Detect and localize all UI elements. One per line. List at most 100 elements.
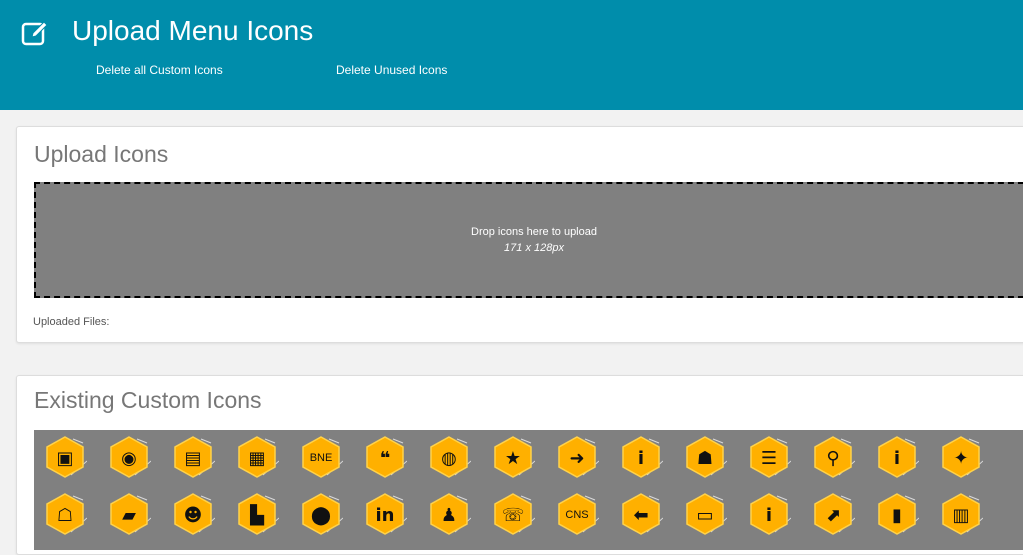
edit-icon (21, 21, 48, 46)
svg-text:⬤: ⬤ (311, 505, 331, 526)
custom-icon-tile[interactable]: ◉ (107, 435, 151, 479)
svg-text:⬈: ⬈ (825, 505, 840, 526)
upload-icons-panel: Upload Icons Drop icons here to upload 1… (16, 126, 1023, 343)
info-icon: i (878, 436, 919, 478)
twitter-icon: ✦ (942, 436, 983, 478)
cns-icon: CNS (558, 493, 599, 535)
custom-icon-tile[interactable]: ➜ (555, 435, 599, 479)
custom-icon-tile[interactable]: ☻ (171, 492, 215, 536)
archive-icon: ▥ (942, 493, 983, 535)
custom-icon-tile[interactable]: ☖ (43, 492, 87, 536)
document-icon: ▤ (174, 436, 215, 478)
svg-text:✦: ✦ (953, 448, 968, 469)
dropzone-size-hint: 171 x 128px (504, 242, 564, 254)
svg-text:☏: ☏ (502, 505, 525, 526)
svg-text:♟: ♟ (441, 505, 457, 526)
bookmark-icon: ▮ (878, 493, 919, 535)
quote-icon: ❝ (366, 436, 407, 478)
dropzone-text: Drop icons here to upload (471, 226, 597, 238)
presenter-icon: ☖ (46, 493, 87, 535)
location-icon: ⬤ (302, 493, 343, 535)
icon-dropzone[interactable]: Drop icons here to upload 171 x 128px (34, 182, 1023, 298)
custom-icon-tile[interactable]: CNS (555, 492, 599, 536)
globe-icon: ◍ (430, 436, 471, 478)
header: Upload Menu Icons Delete all Custom Icon… (0, 0, 1023, 110)
svg-text:◍: ◍ (441, 448, 457, 469)
custom-icon-tile[interactable]: ▤ (171, 435, 215, 479)
svg-text:▭: ▭ (696, 505, 713, 526)
custom-icon-tile[interactable]: i (875, 435, 919, 479)
external-link-icon: ⬈ (814, 493, 855, 535)
custom-icon-tile[interactable]: ★ (491, 435, 535, 479)
custom-icon-tile[interactable]: ☰ (747, 435, 791, 479)
bne-icon: BNE (302, 436, 343, 478)
custom-icon-tile[interactable]: ⬅ (619, 492, 663, 536)
custom-icon-tile[interactable]: ⬤ (299, 492, 343, 536)
svg-text:i: i (638, 448, 644, 469)
custom-icon-tile[interactable]: ⚲ (811, 435, 855, 479)
camera-icon: ◉ (110, 436, 151, 478)
svg-text:BNE: BNE (310, 452, 333, 464)
custom-icon-tile[interactable]: in (363, 492, 407, 536)
svg-text:i: i (894, 448, 900, 469)
svg-text:▮: ▮ (892, 505, 902, 526)
upload-icons-title: Upload Icons (34, 141, 169, 167)
custom-icon-tile[interactable]: ▦ (235, 435, 279, 479)
custom-icon-tile[interactable]: ▭ (683, 492, 727, 536)
svg-text:▤: ▤ (184, 448, 201, 469)
page-title: Upload Menu Icons (72, 15, 314, 46)
monitor-icon: ▭ (686, 493, 727, 535)
svg-text:▰: ▰ (122, 505, 136, 526)
custom-icon-tile[interactable]: ✦ (939, 435, 983, 479)
id-card-icon: ▦ (238, 436, 279, 478)
map-pin-icon: ⚲ (814, 436, 855, 478)
custom-icon-tile[interactable]: ☗ (683, 435, 727, 479)
info-icon: i (622, 436, 663, 478)
svg-text:➜: ➜ (569, 448, 584, 469)
speaker-icon: ☏ (494, 493, 535, 535)
custom-icon-tile[interactable]: ◍ (427, 435, 471, 479)
users-icon: ☗ (686, 436, 727, 478)
custom-icon-tile[interactable]: i (619, 435, 663, 479)
svg-text:in: in (376, 505, 395, 526)
linkedin-icon: in (366, 493, 407, 535)
icon-grid: ▣ ◉ ▤ ▦ BNE ❝ ◍ ★ ➜ i ☗ ☰ ⚲ i ✦ ☖ ▰ ☻ ▙ ⬤ in ♟ ☏ CNS ⬅ ▭ i ⬈ ▮ ▥ (34, 430, 1023, 550)
custom-icon-tile[interactable]: ▰ (107, 492, 151, 536)
hiker-icon: ♟ (430, 493, 471, 535)
svg-text:⚲: ⚲ (826, 448, 839, 469)
arrow-left-icon: ⬅ (622, 493, 663, 535)
existing-icons-panel: Existing Custom Icons ▣ ◉ ▤ ▦ BNE ❝ ◍ ★ ➜ i ☗ ☰ ⚲ i ✦ ☖… (16, 375, 1023, 555)
custom-icon-tile[interactable]: i (747, 492, 791, 536)
arrow-right-icon: ➜ (558, 436, 599, 478)
svg-text:▥: ▥ (952, 505, 969, 526)
svg-text:⬅: ⬅ (633, 505, 648, 526)
svg-text:☰: ☰ (761, 448, 777, 469)
svg-text:▙: ▙ (249, 504, 265, 526)
svg-text:i: i (766, 505, 772, 526)
custom-icon-tile[interactable]: ▮ (875, 492, 919, 536)
ticket-icon: ▰ (110, 493, 151, 535)
group-icon: ☻ (174, 493, 215, 535)
uploaded-files-label: Uploaded Files: (33, 316, 110, 328)
star-icon: ★ (494, 436, 535, 478)
folder-upload-icon: ▙ (238, 493, 279, 535)
svg-text:◉: ◉ (121, 448, 137, 469)
delete-unused-icons-button[interactable]: Delete Unused Icons (336, 63, 447, 77)
custom-icon-tile[interactable]: ☏ (491, 492, 535, 536)
custom-icon-tile[interactable]: BNE (299, 435, 343, 479)
custom-icon-tile[interactable]: ▙ (235, 492, 279, 536)
custom-icon-tile[interactable]: ❝ (363, 435, 407, 479)
svg-text:★: ★ (505, 448, 521, 469)
custom-icon-tile[interactable]: ▣ (43, 435, 87, 479)
custom-icon-tile[interactable]: ♟ (427, 492, 471, 536)
list-icon: ☰ (750, 436, 791, 478)
custom-icon-tile[interactable]: ⬈ (811, 492, 855, 536)
svg-text:▣: ▣ (56, 448, 73, 469)
svg-text:☻: ☻ (184, 505, 203, 526)
delete-all-custom-icons-button[interactable]: Delete all Custom Icons (96, 63, 223, 77)
existing-icons-title: Existing Custom Icons (34, 387, 262, 413)
svg-text:▦: ▦ (248, 448, 265, 469)
custom-icon-tile[interactable]: ▥ (939, 492, 983, 536)
svg-text:☗: ☗ (697, 448, 713, 469)
svg-text:CNS: CNS (565, 509, 588, 521)
